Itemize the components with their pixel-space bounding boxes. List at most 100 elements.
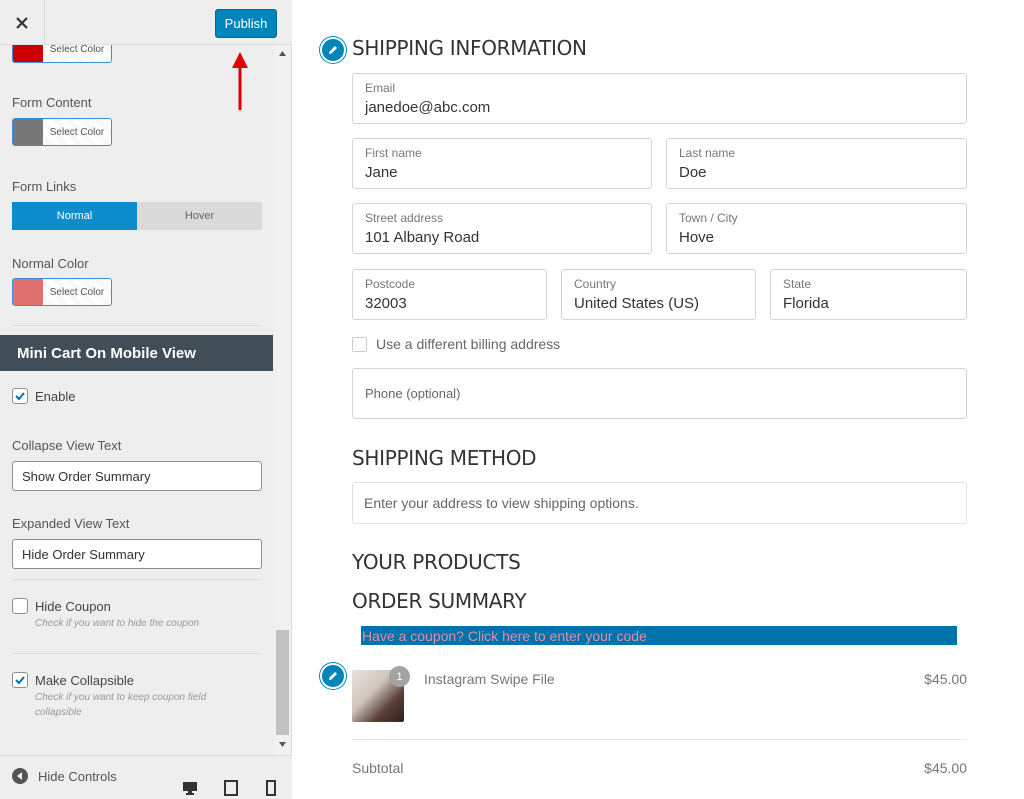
hide-coupon-label: Hide Coupon [35,598,111,614]
form-content-label: Form Content [12,95,92,110]
collapse-view-label: Collapse View Text [12,438,122,453]
close-button[interactable] [0,0,45,45]
color-swatch [13,119,43,145]
order-summary-title: ORDER SUMMARY [352,589,527,613]
sidebar-footer: Hide Controls [0,755,292,799]
divider [12,579,262,580]
shipping-method-title: SHIPPING METHOD [352,446,537,470]
form-links-toggle: Normal Hover [12,202,262,230]
last-name-label: Last name [679,146,736,160]
city-value: Hove [679,229,715,246]
enable-label: Enable [35,388,76,404]
street-address-value: 101 Albany Road [365,229,480,246]
hide-coupon-row[interactable]: Hide Coupon [12,598,111,614]
sidebar-scrollbar[interactable] [274,45,291,755]
email-value: janedoe@abc.com [365,99,491,116]
coupon-link[interactable]: Have a coupon? Click here to enter your … [361,626,957,645]
close-icon [16,16,28,29]
tablet-icon[interactable] [223,780,239,796]
enable-checkbox-row[interactable]: Enable [12,388,75,404]
phone-field[interactable]: Phone (optional) [352,368,967,419]
country-field[interactable]: Country United States (US) [561,269,756,320]
last-name-field[interactable]: Last name Doe [666,138,967,189]
form-links-label: Form Links [12,179,77,194]
color-swatch [13,45,43,62]
scroll-up-icon [279,51,286,56]
edit-shortcut-button[interactable] [320,37,346,63]
expanded-view-label: Expanded View Text [12,516,130,531]
color-picker-label: Select Color [43,279,111,305]
different-billing-checkbox[interactable] [352,336,367,352]
first-name-value: Jane [365,164,398,181]
normal-color-picker[interactable]: Select Color [12,278,112,306]
collapse-view-input[interactable]: Show Order Summary [12,461,262,491]
divider [352,739,967,740]
hide-coupon-hint: Check if you want to hide the coupon [35,618,199,629]
pencil-icon [329,46,337,54]
different-billing-checkbox-row[interactable]: Use a different billing address [352,336,560,352]
street-address-field[interactable]: Street address 101 Albany Road [352,203,652,254]
street-address-label: Street address [365,211,444,225]
scroll-down-icon [279,742,286,747]
checkout-preview: SHIPPING INFORMATION Email janedoe@abc.c… [292,0,1024,799]
collapse-icon [12,768,28,784]
state-field[interactable]: State Florida [770,269,967,320]
expanded-view-input[interactable]: Hide Order Summary [12,539,262,569]
city-label: Town / City [679,211,738,225]
normal-color-label: Normal Color [12,256,89,271]
first-name-label: First name [365,146,422,160]
checkmark-icon [15,392,25,401]
quantity-badge: 1 [389,666,410,687]
hide-controls-button[interactable]: Hide Controls [12,768,117,784]
edit-shortcut-button[interactable] [320,663,346,689]
different-billing-label: Use a different billing address [376,336,561,352]
last-name-value: Doe [679,164,707,181]
product-price: $45.00 [924,671,967,687]
publish-button[interactable]: Publish [215,9,277,38]
country-value: United States (US) [574,295,700,312]
hide-coupon-checkbox[interactable] [12,598,28,614]
make-collapsible-checkbox[interactable] [12,672,28,688]
shipping-method-message: Enter your address to view shipping opti… [352,482,967,524]
phone-placeholder: Phone (optional) [365,386,461,401]
email-field[interactable]: Email janedoe@abc.com [352,73,967,124]
first-name-field[interactable]: First name Jane [352,138,652,189]
hide-controls-label: Hide Controls [38,768,117,784]
arrow-up-icon [232,52,248,110]
postcode-label: Postcode [365,277,416,291]
customizer-sidebar: Select Color Form Content Select Color F… [0,0,292,799]
city-field[interactable]: Town / City Hove [666,203,967,254]
pencil-icon [329,672,337,680]
state-value: Florida [783,295,829,312]
subtotal-label: Subtotal [352,760,404,776]
your-products-title: YOUR PRODUCTS [352,550,521,574]
color-swatch [13,279,43,305]
divider [12,325,262,326]
subtotal-value: $45.00 [924,760,967,776]
color-picker-label: Select Color [43,45,111,62]
make-collapsible-row[interactable]: Make Collapsible [12,672,134,688]
postcode-field[interactable]: Postcode 32003 [352,269,547,320]
product-name: Instagram Swipe File [424,671,555,687]
mobile-icon[interactable] [263,780,279,796]
email-label: Email [365,81,396,95]
shipping-information-title: SHIPPING INFORMATION [352,36,587,60]
scrollbar-thumb[interactable] [276,630,289,735]
enable-checkbox[interactable] [12,388,28,404]
postcode-value: 32003 [365,295,407,312]
sidebar-controls: Select Color Form Content Select Color F… [0,45,292,755]
make-collapsible-label: Make Collapsible [35,672,134,688]
sidebar-header: Publish [0,0,292,45]
tab-hover[interactable]: Hover [137,202,262,230]
checkmark-icon [15,676,25,685]
state-label: State [783,277,812,291]
tab-normal[interactable]: Normal [12,202,137,230]
section-title: Mini Cart On Mobile View [0,335,273,371]
top-color-picker[interactable]: Select Color [12,45,112,63]
form-content-color-picker[interactable]: Select Color [12,118,112,146]
make-collapsible-hint: Check if you want to keep coupon field c… [35,692,207,718]
color-picker-label: Select Color [43,119,111,145]
divider [12,653,262,654]
desktop-icon[interactable] [182,780,198,796]
country-label: Country [574,277,617,291]
